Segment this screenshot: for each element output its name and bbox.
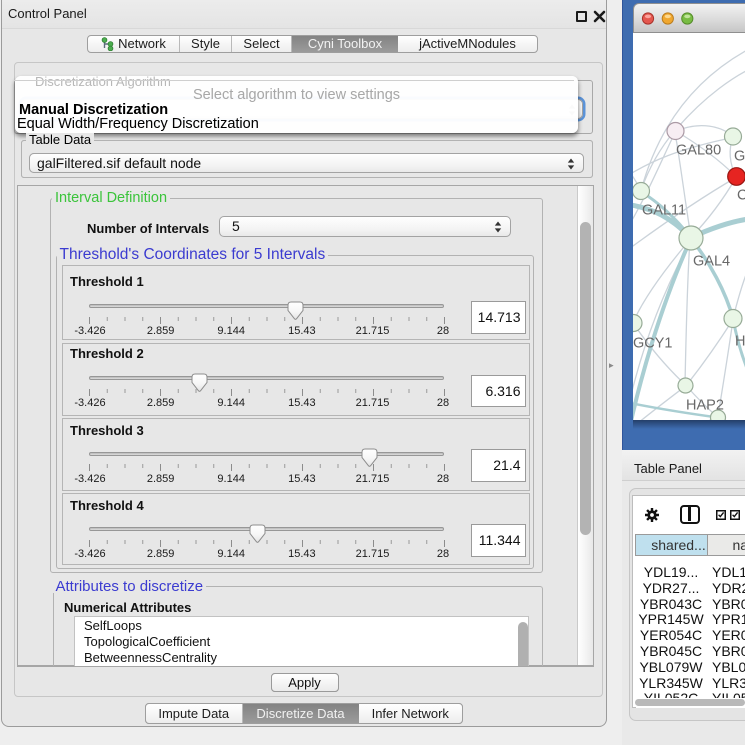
svg-text:GCY1: GCY1 (633, 335, 673, 351)
svg-text:HAP2: HAP2 (686, 397, 724, 413)
svg-text:CYC8: CYC8 (737, 187, 745, 203)
svg-text:GAL4: GAL4 (693, 253, 730, 269)
svg-text:HIS4: HIS4 (735, 333, 745, 349)
svg-text:GAL80: GAL80 (676, 142, 721, 158)
svg-text:GAL1: GAL1 (734, 148, 745, 164)
svg-text:GAL11: GAL11 (642, 202, 686, 218)
